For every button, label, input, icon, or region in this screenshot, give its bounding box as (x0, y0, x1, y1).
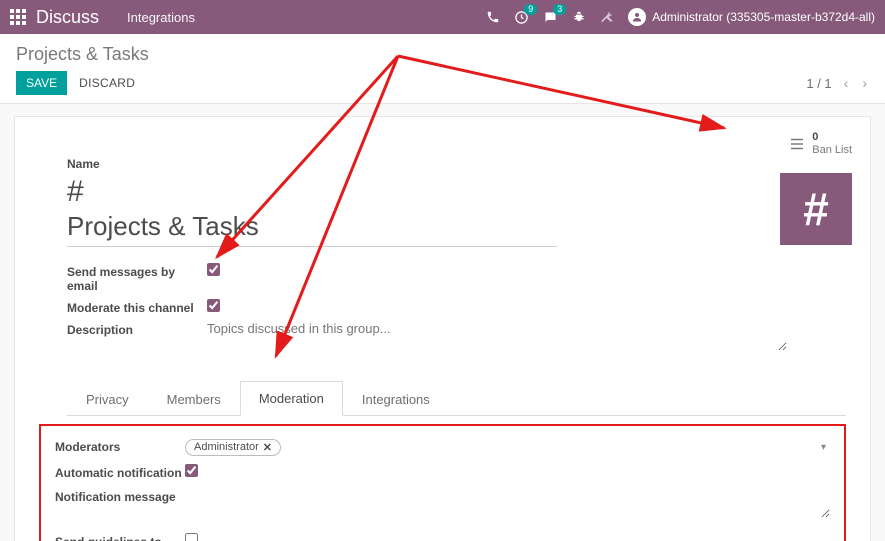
tab-moderation[interactable]: Moderation (240, 381, 343, 416)
moderator-tag-text: Administrator (194, 441, 259, 453)
discard-button[interactable]: DISCARD (79, 76, 135, 90)
debug-icon[interactable] (572, 10, 586, 24)
hash-prefix: # (67, 175, 84, 209)
menu-integrations[interactable]: Integrations (127, 10, 195, 25)
topbar-tray: 9 3 (486, 10, 614, 25)
auto-notification-checkbox[interactable] (185, 464, 198, 477)
notification-message-label: Notification message (55, 488, 185, 504)
ban-list-stat-button[interactable]: 0 Ban List (788, 131, 852, 157)
breadcrumb: Projects & Tasks (16, 44, 869, 65)
avatar-icon (628, 8, 646, 26)
control-bar: Projects & Tasks SAVE DISCARD 1 / 1 ‹ › (0, 34, 885, 104)
description-label: Description (67, 321, 207, 337)
description-textarea[interactable] (207, 321, 787, 351)
messages-badge: 3 (553, 4, 566, 15)
channel-avatar[interactable]: # (780, 173, 852, 245)
tab-privacy[interactable]: Privacy (67, 382, 148, 416)
moderate-label: Moderate this channel (67, 299, 207, 315)
moderators-label: Moderators (55, 438, 185, 454)
pager-next-icon[interactable]: › (860, 75, 869, 91)
dropdown-caret-icon[interactable]: ▾ (821, 442, 826, 453)
send-email-checkbox[interactable] (207, 263, 220, 276)
remove-tag-icon[interactable]: ✕ (263, 441, 272, 454)
messages-icon[interactable]: 3 (543, 10, 558, 25)
moderators-field[interactable]: Administrator ✕ ▾ (185, 438, 830, 456)
moderate-checkbox[interactable] (207, 299, 220, 312)
channel-name-input[interactable] (67, 209, 557, 247)
list-icon (788, 135, 806, 153)
tab-integrations[interactable]: Integrations (343, 382, 449, 416)
dev-tools-icon[interactable] (600, 10, 614, 24)
activities-icon[interactable]: 9 (514, 10, 529, 25)
send-email-label: Send messages by email (67, 263, 207, 293)
pager-prev-icon[interactable]: ‹ (842, 75, 851, 91)
topbar: Discuss Integrations 9 3 Administrator (… (0, 0, 885, 34)
apps-launcher-icon[interactable] (10, 9, 26, 25)
notification-message-textarea[interactable] (185, 488, 830, 518)
pager-label: 1 / 1 (806, 76, 831, 91)
app-name[interactable]: Discuss (36, 7, 99, 28)
ban-list-label: Ban List (812, 144, 852, 157)
ban-list-count: 0 (812, 131, 852, 144)
save-button[interactable]: SAVE (16, 71, 67, 95)
form-sheet: 0 Ban List # Name # Send messages by ema… (14, 116, 871, 541)
pager: 1 / 1 ‹ › (806, 75, 869, 91)
user-name: Administrator (335305-master-b372d4-all) (652, 10, 875, 24)
tabs: Privacy Members Moderation Integrations (67, 380, 846, 416)
moderator-tag[interactable]: Administrator ✕ (185, 439, 281, 456)
activities-badge: 9 (524, 4, 537, 15)
tab-members[interactable]: Members (148, 382, 240, 416)
phone-icon[interactable] (486, 10, 500, 24)
auto-notification-label: Automatic notification (55, 464, 185, 480)
moderation-panel: Moderators Administrator ✕ ▾ Automatic n… (39, 424, 846, 541)
name-label: Name (67, 157, 846, 171)
user-menu[interactable]: Administrator (335305-master-b372d4-all) (628, 8, 875, 26)
